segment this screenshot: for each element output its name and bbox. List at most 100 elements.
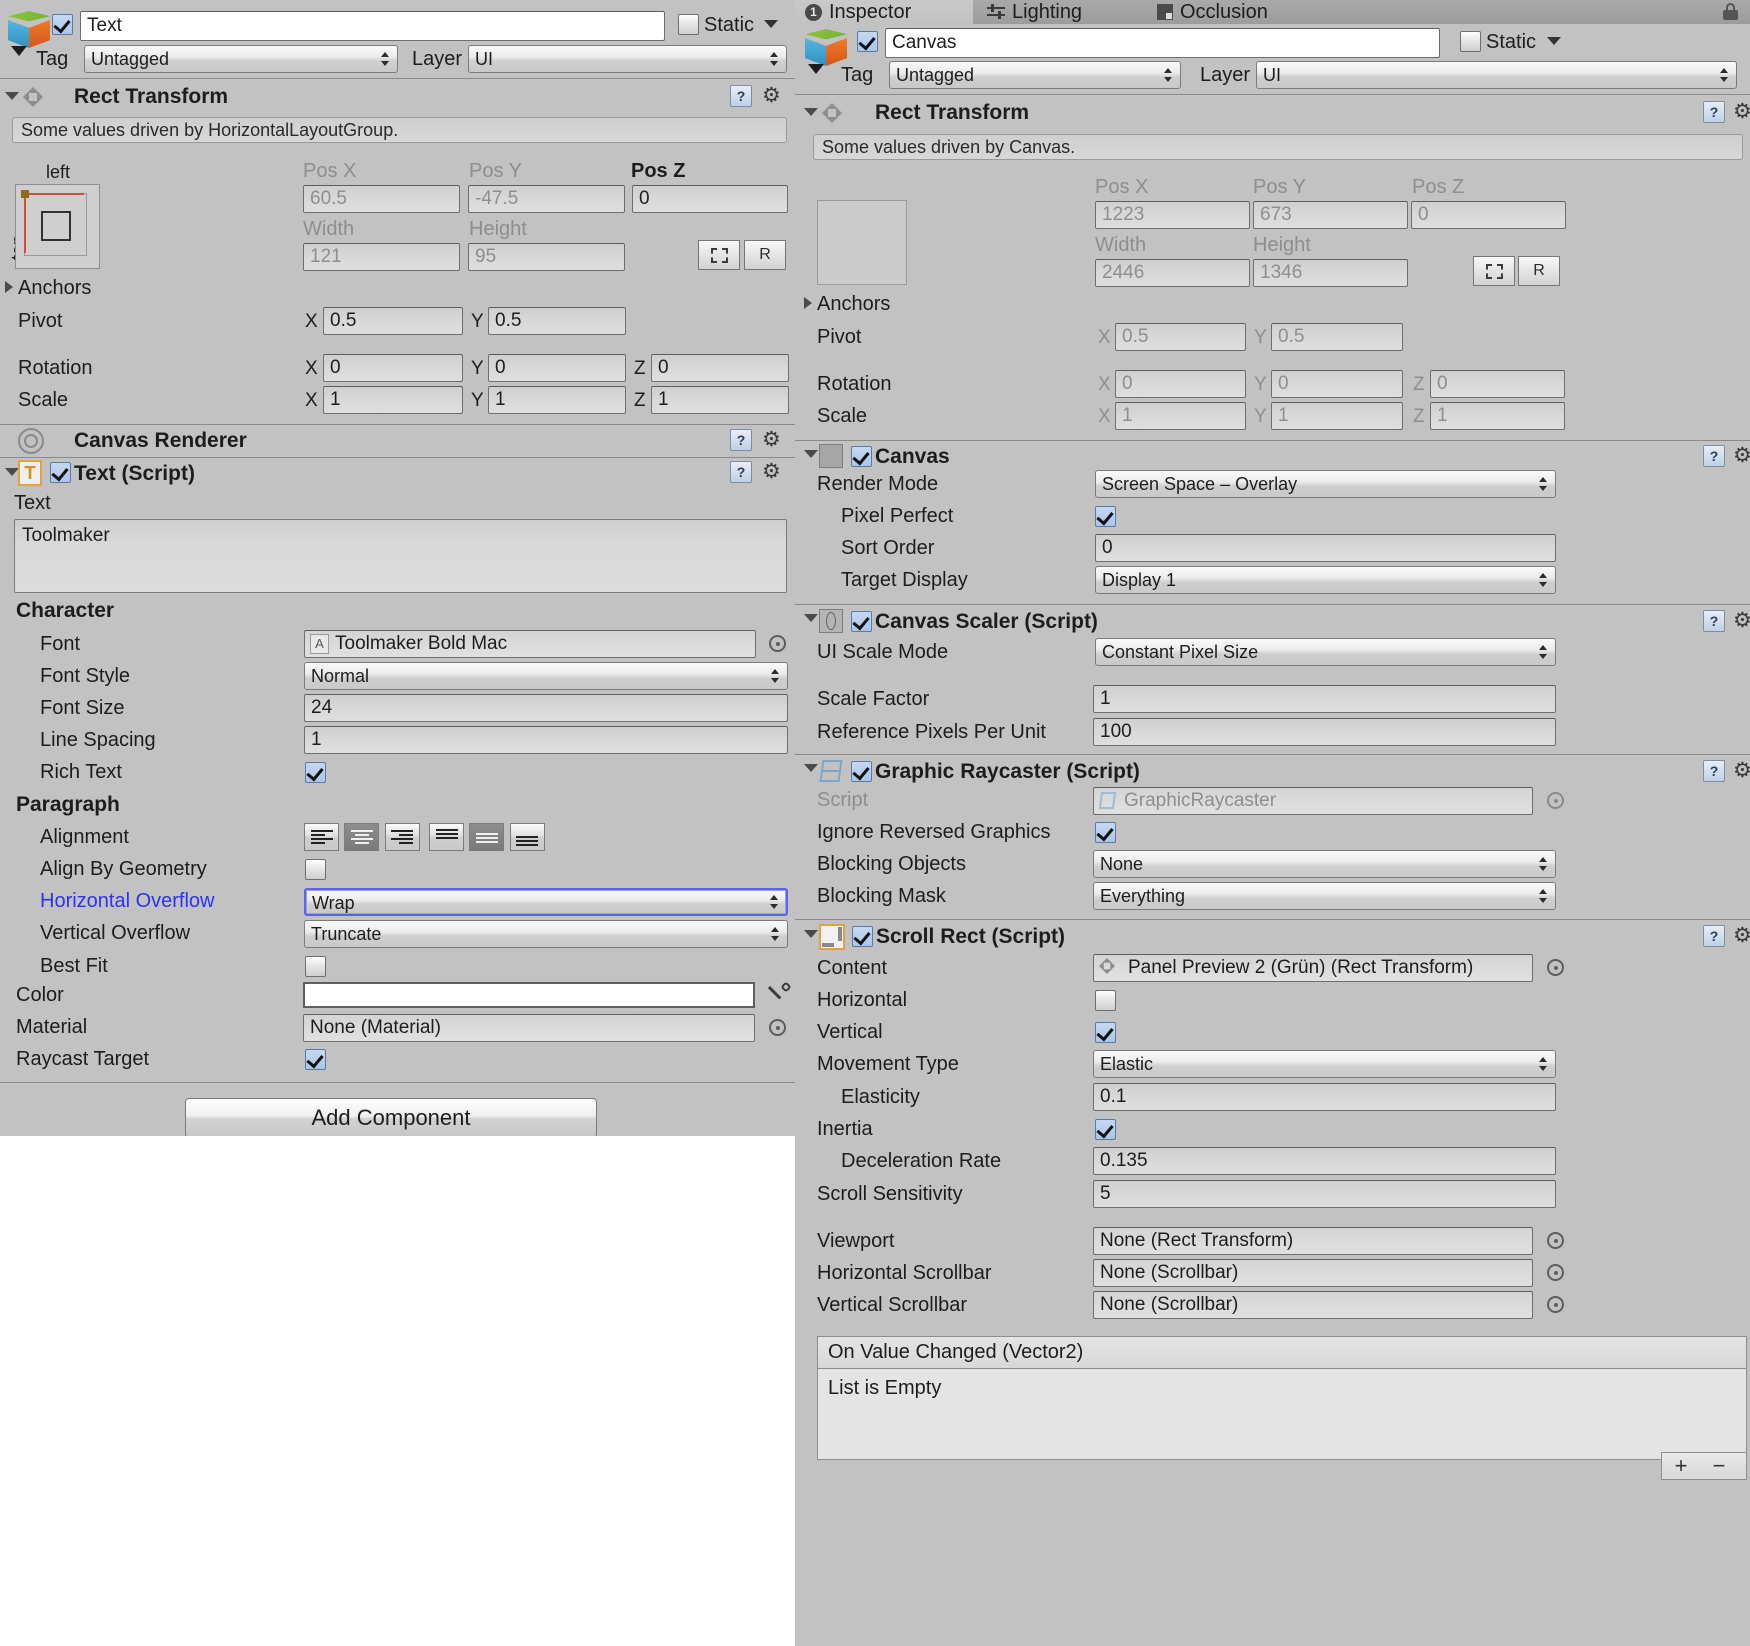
reference-ppu-field[interactable]: 100 [1093,718,1556,746]
rotation-z-field[interactable]: 0 [651,354,789,382]
vertical-scrollbar-select-icon[interactable] [1547,1296,1564,1313]
align-center-button[interactable] [344,823,380,851]
horizontal-scrollbar-select-icon[interactable] [1547,1264,1564,1281]
scale-z-field[interactable]: 1 [651,386,789,414]
help-icon[interactable]: ? [730,429,752,451]
scroll-sensitivity-field[interactable]: 5 [1093,1180,1556,1208]
canvas-foldout[interactable] [804,450,818,458]
remove-event-button[interactable]: − [1700,1453,1738,1479]
raycast-target-checkbox[interactable] [305,1049,326,1070]
anchor-preset-widget[interactable] [817,200,907,285]
deceleration-rate-field[interactable]: 0.135 [1093,1147,1556,1175]
gear-icon[interactable] [762,462,782,482]
gear-icon[interactable] [1733,926,1750,946]
pivot-x-field[interactable]: 0.5 [1115,323,1246,351]
pivot-x-field[interactable]: 0.5 [323,307,463,335]
help-icon[interactable]: ? [1703,101,1725,123]
alignment-vertical-group[interactable] [429,823,545,851]
horizontal-overflow-dropdown[interactable]: Wrap [304,888,788,916]
viewport-select-icon[interactable] [1547,1232,1564,1249]
rich-text-checkbox[interactable] [305,762,326,783]
align-bottom-button[interactable] [509,823,545,851]
font-style-dropdown[interactable]: Normal [304,662,788,690]
help-icon[interactable]: ? [1703,610,1725,632]
gameobject-name-field[interactable]: Text [80,11,665,41]
align-top-button[interactable] [429,823,464,851]
layer-dropdown[interactable]: UI [1256,61,1737,89]
blueprint-mode-button[interactable] [1473,256,1515,286]
gameobject-enabled-checkbox[interactable] [857,31,878,52]
help-icon[interactable]: ? [730,461,752,483]
add-component-button[interactable]: Add Component [185,1098,597,1138]
line-spacing-field[interactable]: 1 [304,726,788,754]
viewport-object-field[interactable]: None (Rect Transform) [1093,1227,1533,1255]
pos-z-field[interactable]: 0 [1411,201,1566,229]
lock-icon[interactable] [1723,3,1738,20]
pos-x-field[interactable]: 60.5 [303,185,460,213]
rotation-x-field[interactable]: 0 [323,354,463,382]
help-icon[interactable]: ? [1703,760,1725,782]
alignment-horizontal-group[interactable] [304,823,420,851]
canvas-scaler-foldout[interactable] [804,614,818,622]
gear-icon[interactable] [1733,102,1750,122]
tab-inspector[interactable]: 1 Inspector [795,0,973,24]
static-checkbox[interactable] [1460,31,1481,52]
vertical-scrollbar-object-field[interactable]: None (Scrollbar) [1093,1291,1533,1319]
gear-icon[interactable] [762,86,782,106]
scale-y-field[interactable]: 1 [1271,402,1403,430]
canvas-scaler-enabled-checkbox[interactable] [851,611,872,632]
rotation-y-field[interactable]: 0 [488,354,626,382]
horizontal-checkbox[interactable] [1095,990,1116,1011]
rotation-x-field[interactable]: 0 [1115,370,1246,398]
rotation-y-field[interactable]: 0 [1271,370,1403,398]
blueprint-mode-button[interactable] [698,240,740,270]
text-script-enabled-checkbox[interactable] [50,462,71,483]
blocking-objects-dropdown[interactable]: None [1093,850,1556,878]
static-dropdown-arrow-icon[interactable] [1547,37,1561,45]
help-icon[interactable]: ? [1703,925,1725,947]
material-object-field[interactable]: None (Material) [303,1014,755,1042]
layer-dropdown[interactable]: UI [468,45,787,73]
vertical-checkbox[interactable] [1095,1022,1116,1043]
pos-y-field[interactable]: 673 [1253,201,1408,229]
add-event-button[interactable]: + [1662,1453,1700,1479]
height-field[interactable]: 95 [468,243,625,271]
help-icon[interactable]: ? [730,85,752,107]
content-select-icon[interactable] [1547,959,1564,976]
eyedropper-icon[interactable] [765,981,792,1008]
pivot-y-field[interactable]: 0.5 [488,307,626,335]
pixel-perfect-checkbox[interactable] [1095,506,1116,527]
gear-icon[interactable] [762,430,782,450]
movement-type-dropdown[interactable]: Elastic [1093,1050,1556,1078]
width-field[interactable]: 121 [303,243,460,271]
target-display-dropdown[interactable]: Display 1 [1095,566,1556,594]
sort-order-field[interactable]: 0 [1095,534,1556,562]
pos-z-field[interactable]: 0 [632,185,788,213]
help-icon[interactable]: ? [1703,445,1725,467]
align-by-geometry-checkbox[interactable] [305,859,326,880]
anchors-foldout[interactable] [804,297,812,309]
scale-z-field[interactable]: 1 [1430,402,1565,430]
static-checkbox[interactable] [678,14,699,35]
tab-lighting[interactable]: Lighting [977,0,1142,24]
vertical-overflow-dropdown[interactable]: Truncate [304,920,788,948]
gameobject-name-field[interactable]: Canvas [885,28,1440,58]
anchor-preset-widget[interactable] [15,184,100,269]
scale-y-field[interactable]: 1 [488,386,626,414]
gameobject-enabled-checkbox[interactable] [52,14,73,35]
font-object-field[interactable]: Toolmaker Bold Mac [304,630,756,658]
static-dropdown-arrow-icon[interactable] [764,20,778,28]
text-script-foldout[interactable] [5,468,19,476]
best-fit-checkbox[interactable] [305,956,326,977]
graphic-raycaster-foldout[interactable] [804,764,818,772]
ignore-reversed-graphics-checkbox[interactable] [1095,822,1116,843]
pos-x-field[interactable]: 1223 [1095,201,1250,229]
scale-x-field[interactable]: 1 [1115,402,1246,430]
canvas-enabled-checkbox[interactable] [851,446,872,467]
tag-dropdown[interactable]: Untagged [889,61,1181,89]
graphic-raycaster-enabled-checkbox[interactable] [851,761,872,782]
tab-occlusion[interactable]: Occlusion [1147,0,1332,24]
width-field[interactable]: 2446 [1095,259,1250,287]
elasticity-field[interactable]: 0.1 [1093,1083,1556,1111]
gear-icon[interactable] [1733,761,1750,781]
